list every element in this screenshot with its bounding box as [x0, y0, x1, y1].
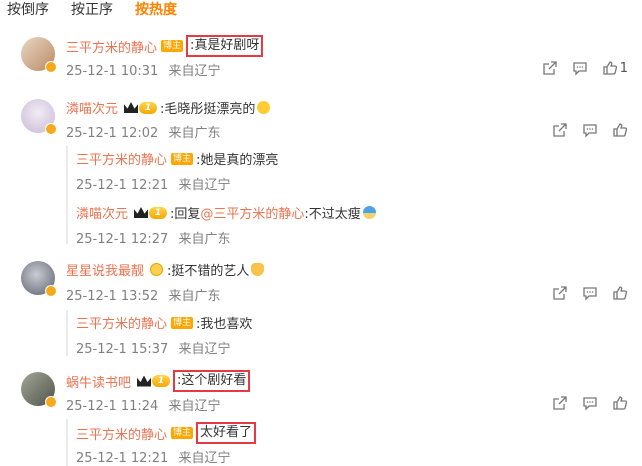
smile-emoji-icon [257, 101, 271, 114]
vip-crown-icon: 1 [124, 101, 158, 114]
comment-location: 来自辽宁 [168, 399, 221, 414]
comment-date: 25-12-1 12:02 [66, 126, 159, 141]
fan-medal-icon [150, 263, 164, 276]
share-icon[interactable] [552, 285, 568, 301]
comment-location: 来自辽宁 [168, 64, 221, 79]
reply-item: 三平方米的静心 博主 :她是真的漂亮 [76, 149, 278, 168]
reply-username[interactable]: 潾喵次元 [76, 203, 128, 222]
reply-item: 三平方米的静心 博主 :我也喜欢 [76, 313, 252, 332]
reply-location: 来自辽宁 [178, 342, 231, 357]
like-count: 1 [619, 60, 628, 76]
avatar[interactable] [21, 37, 57, 73]
reply-text: :我也喜欢 [196, 317, 253, 332]
avatar[interactable] [21, 99, 57, 135]
like-icon[interactable] [612, 122, 628, 138]
comment-location: 来自广东 [168, 126, 221, 141]
comment-actions [538, 122, 628, 138]
comment-meta: 25-12-1 10:31 来自辽宁 [66, 60, 221, 79]
comment-icon[interactable] [582, 122, 598, 138]
reply-list: 三平方米的静心 博主 太好看了 25-12-1 12:21 来自辽宁 [66, 419, 636, 466]
host-tag: 博主 [171, 316, 194, 329]
verified-badge-icon [45, 123, 57, 135]
comment-date: 25-12-1 10:31 [66, 64, 159, 79]
comment-icon[interactable] [582, 285, 598, 301]
comment-date: 25-12-1 13:52 [66, 289, 159, 304]
reply-meta: 25-12-1 15:37 来自辽宁 [76, 338, 231, 357]
verified-badge-icon [45, 396, 57, 408]
reply-list: 三平方米的静心 博主 :我也喜欢 25-12-1 15:37 来自辽宁 [66, 310, 636, 357]
comment-item: 星星说我最靓 :挺不错的艺人 25-12-1 13:52 来自广东 三平方米的静… [0, 254, 642, 360]
reply-list: 三平方米的静心 博主 :她是真的漂亮 25-12-1 12:21 来自辽宁 潾喵… [66, 146, 636, 247]
reply-text: 太好看了 [196, 422, 257, 444]
reply-meta: 25-12-1 12:27 来自广东 [76, 228, 231, 247]
comment-username[interactable]: 蜗牛读书吧 [66, 372, 131, 391]
reply-location: 来自辽宁 [178, 178, 231, 193]
reply-username[interactable]: 三平方米的静心 [76, 424, 167, 443]
cat-emoji-icon [251, 263, 265, 276]
comment-username[interactable]: 星星说我最靓 [66, 260, 144, 279]
comment-username[interactable]: 潾喵次元 [66, 98, 118, 117]
like-icon[interactable] [602, 60, 618, 76]
comment-text: :这个剧好看 [173, 370, 251, 392]
share-icon[interactable] [552, 122, 568, 138]
comment-icon[interactable] [582, 395, 598, 411]
comment-actions: 1 [528, 60, 628, 76]
verified-badge-icon [45, 61, 57, 73]
reply-username[interactable]: 三平方米的静心 [76, 313, 167, 332]
reply-location: 来自广东 [178, 232, 231, 247]
comment-item: 潾喵次元 1 :毛晓彤挺漂亮的 25-12-1 12:02 来自广东 三平方米的… [0, 92, 642, 252]
comment-location: 来自广东 [168, 289, 221, 304]
reply-username[interactable]: 三平方米的静心 [76, 149, 167, 168]
host-tag: 博主 [171, 152, 194, 165]
comment-text: :真是好剧呀 [186, 35, 264, 57]
reply-item: 潾喵次元 1 :回复 @三平方米的静心 :不过太瘦 [76, 203, 376, 222]
vip-crown-icon: 1 [134, 206, 168, 219]
comment-date: 25-12-1 11:24 [66, 399, 159, 414]
wave-emoji-icon [362, 206, 376, 219]
reply-text: :不过太瘦 [304, 207, 361, 222]
avatar[interactable] [21, 261, 57, 297]
comment-actions [538, 285, 628, 301]
vip-crown-icon: 1 [137, 375, 171, 387]
comment-actions [538, 395, 628, 411]
host-tag: 博主 [171, 427, 194, 439]
host-tag: 博主 [161, 40, 184, 52]
reply-text: :她是真的漂亮 [196, 153, 279, 168]
reply-item: 三平方米的静心 博主 太好看了 [76, 422, 257, 444]
sort-tab-asc[interactable]: 按正序 [71, 0, 113, 22]
comment-item: 蜗牛读书吧 1 :这个剧好看 25-12-1 11:24 来自辽宁 三平方米的静… [0, 365, 642, 466]
share-icon[interactable] [542, 60, 558, 76]
comment-icon[interactable] [572, 60, 588, 76]
like-icon[interactable] [612, 395, 628, 411]
reply-date: 25-12-1 12:27 [76, 232, 169, 247]
reply-meta: 25-12-1 12:21 来自辽宁 [76, 447, 231, 466]
reply-location: 来自辽宁 [178, 451, 231, 466]
comment-text: :毛晓彤挺漂亮的 [160, 102, 256, 117]
reply-meta: 25-12-1 12:21 来自辽宁 [76, 174, 231, 193]
sort-tab-hot[interactable]: 按热度 [135, 0, 177, 22]
reply-date: 25-12-1 12:21 [76, 451, 169, 466]
share-icon[interactable] [552, 395, 568, 411]
reply-prefix: :回复 [170, 207, 201, 222]
sort-tab-desc[interactable]: 按倒序 [7, 0, 49, 22]
sort-bar: 按倒序 按正序 按热度 [7, 0, 199, 22]
mention-link[interactable]: @三平方米的静心 [200, 203, 304, 222]
verified-badge-icon [45, 285, 57, 297]
comment-text: :挺不错的艺人 [167, 264, 250, 279]
reply-date: 25-12-1 15:37 [76, 342, 169, 357]
reply-date: 25-12-1 12:21 [76, 178, 169, 193]
comment-meta: 25-12-1 13:52 来自广东 [66, 285, 221, 304]
like-icon[interactable] [612, 285, 628, 301]
comment-meta: 25-12-1 12:02 来自广东 [66, 122, 221, 141]
comment-item: 三平方米的静心 博主 :真是好剧呀 25-12-1 10:31 来自辽宁 1 [0, 30, 642, 86]
avatar[interactable] [21, 372, 57, 408]
comment-username[interactable]: 三平方米的静心 [66, 37, 157, 56]
comment-meta: 25-12-1 11:24 来自辽宁 [66, 395, 221, 414]
